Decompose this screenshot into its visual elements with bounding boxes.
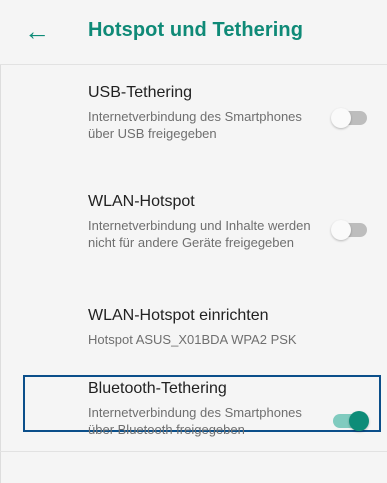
wlan-hotspot-summary: Internetverbindung und Inhalte werden ni… [88,218,311,250]
toggle-thumb [331,108,351,128]
usb-tethering-summary: Internetverbindung des Smartphones über … [88,109,302,141]
wlan-hotspot-title: WLAN-Hotspot [88,193,195,210]
bluetooth-tethering-summary: Internetverbindung des Smartphones über … [88,405,302,437]
back-arrow-icon[interactable]: ← [24,18,50,44]
wlan-hotspot-setup-title: WLAN-Hotspot einrichten [88,307,269,324]
bluetooth-tethering-toggle[interactable] [333,411,369,431]
left-edge-divider [0,60,1,483]
app-bar: ← Hotspot und Tethering [0,0,387,65]
divider [0,451,387,452]
wlan-hotspot-setup-summary: Hotspot ASUS_X01BDA WPA2 PSK [88,332,297,347]
toggle-thumb [331,220,351,240]
usb-tethering-toggle[interactable] [331,108,367,128]
page-title: Hotspot und Tethering [88,19,304,41]
usb-tethering-title: USB-Tethering [88,84,193,101]
bluetooth-tethering-title: Bluetooth-Tethering [88,380,227,397]
wlan-hotspot-toggle[interactable] [331,220,367,240]
toggle-thumb [349,411,369,431]
